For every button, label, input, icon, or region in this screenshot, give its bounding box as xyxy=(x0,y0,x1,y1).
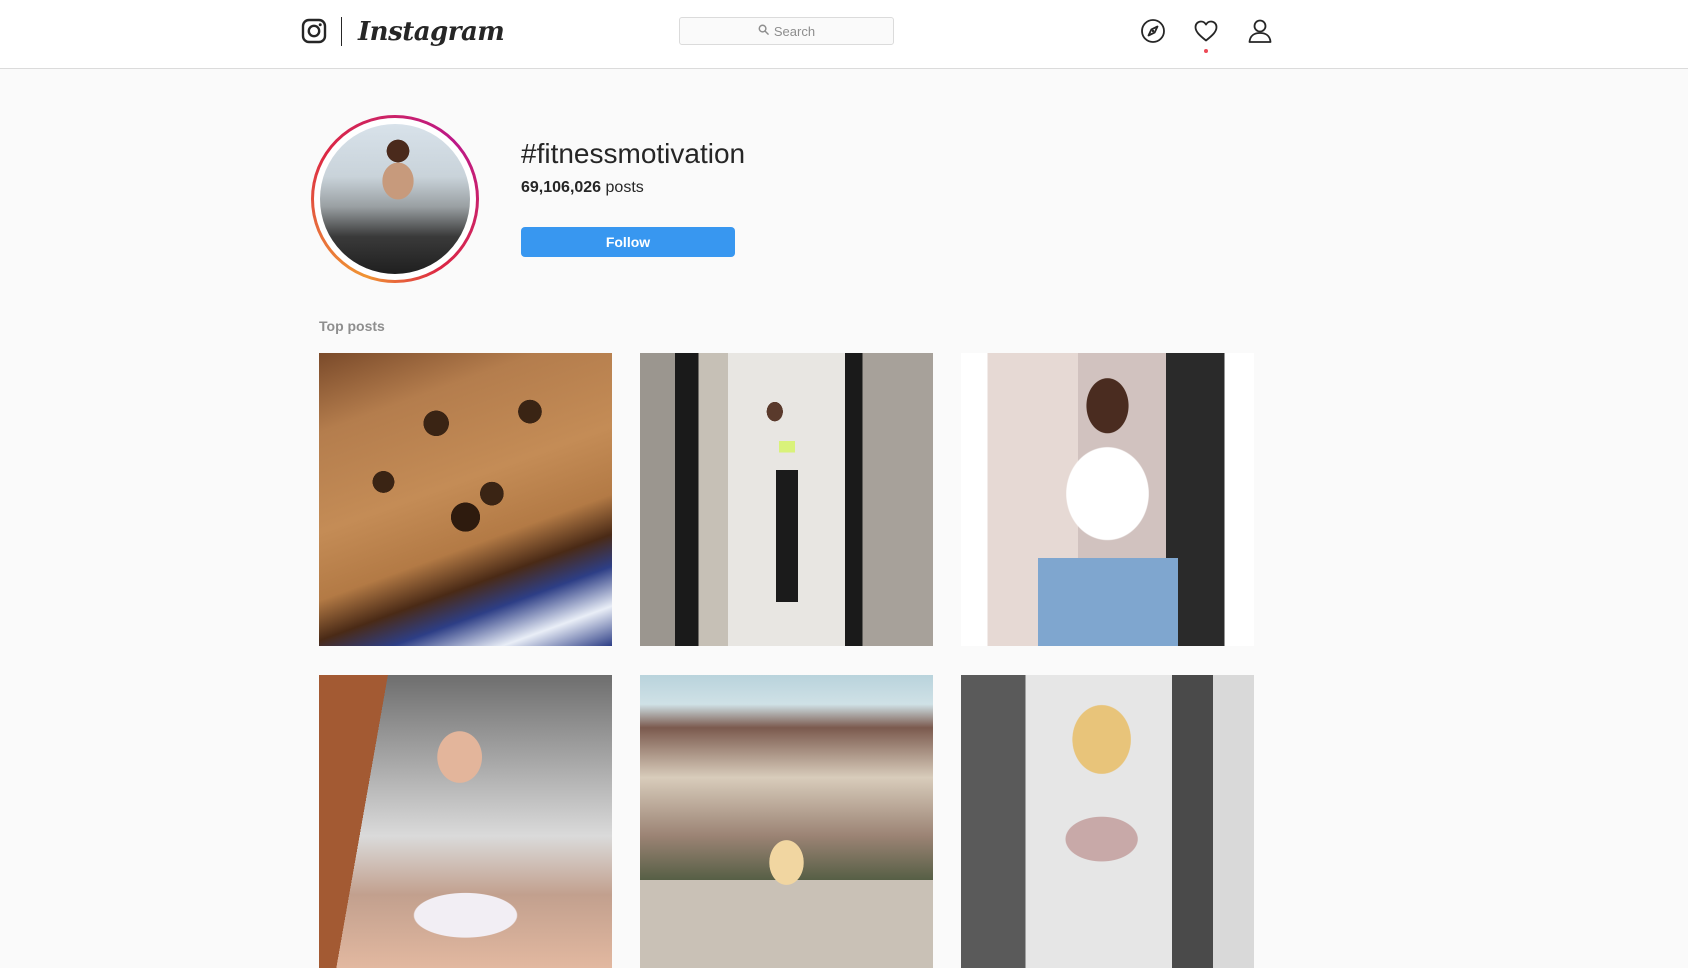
posts-count: 69,106,026 posts xyxy=(521,176,644,200)
post-thumbnail[interactable] xyxy=(319,353,612,646)
follow-button[interactable]: Follow xyxy=(521,227,735,257)
top-nav: Instagram Search xyxy=(0,0,1688,69)
search-icon xyxy=(758,22,769,40)
post-thumbnail[interactable] xyxy=(319,675,612,968)
posts-count-number: 69,106,026 xyxy=(521,179,602,196)
post-thumbnail[interactable] xyxy=(640,675,933,968)
top-posts-label: Top posts xyxy=(319,318,385,334)
post-thumbnail[interactable] xyxy=(961,675,1254,968)
post-thumbnail[interactable] xyxy=(640,353,933,646)
instagram-wordmark[interactable]: Instagram xyxy=(358,12,505,52)
notification-dot xyxy=(1204,49,1208,53)
activity-heart-icon[interactable] xyxy=(1193,18,1219,44)
page-title: #fitnessmotivation xyxy=(521,138,746,169)
posts-count-label: posts xyxy=(605,179,644,196)
post-thumbnail[interactable] xyxy=(961,353,1254,646)
profile-person-icon[interactable] xyxy=(1247,18,1273,44)
avatar-image xyxy=(320,124,470,274)
hashtag-avatar[interactable] xyxy=(311,115,479,283)
search-input[interactable]: Search xyxy=(679,17,894,45)
logo-divider xyxy=(341,17,342,46)
explore-compass-icon[interactable] xyxy=(1140,18,1166,44)
instagram-glyph-icon[interactable] xyxy=(301,18,327,44)
search-placeholder: Search xyxy=(773,23,816,39)
